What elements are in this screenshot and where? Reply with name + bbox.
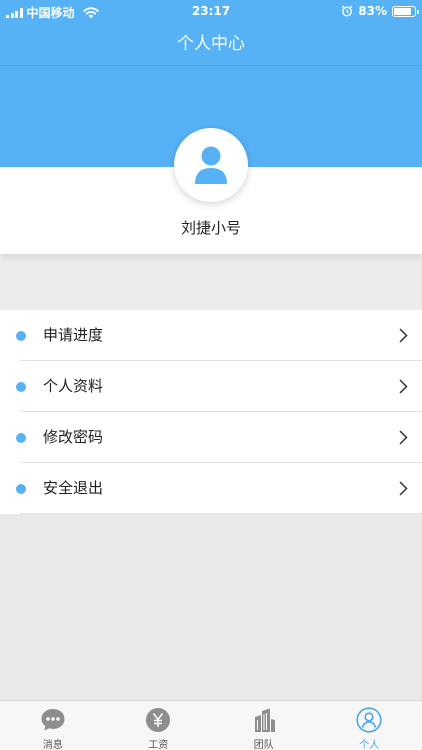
tab-messages[interactable]: 消息: [0, 701, 106, 750]
tab-label: 消息: [42, 740, 63, 750]
user-name: 刘捷小号: [180, 219, 241, 237]
menu-item-label: 安全退出: [43, 479, 104, 497]
menu-list: 申请进度 个人资料 修改密码 安全退出: [0, 310, 422, 514]
menu-item-label: 个人资料: [43, 377, 104, 395]
menu-item-change-password[interactable]: 修改密码: [0, 412, 422, 463]
bullet-dot-icon: [16, 382, 26, 392]
tab-personal[interactable]: 个人: [317, 701, 422, 750]
menu-item-application-progress[interactable]: 申请进度: [0, 310, 422, 361]
chevron-right-icon: [399, 328, 408, 343]
menu-item-label: 修改密码: [43, 428, 104, 446]
bullet-dot-icon: [16, 484, 26, 494]
user-icon: [195, 146, 227, 184]
menu-item-logout[interactable]: 安全退出: [0, 463, 422, 514]
tab-team[interactable]: 团队: [211, 701, 317, 750]
battery-percent: 83%: [358, 4, 387, 18]
battery-icon: [392, 5, 419, 17]
tab-salary[interactable]: 工资: [106, 701, 212, 750]
chevron-right-icon: [399, 379, 408, 394]
menu-item-label: 申请进度: [43, 326, 104, 344]
yen-icon: [145, 707, 171, 733]
bullet-dot-icon: [16, 433, 26, 443]
empty-area: [0, 514, 422, 700]
tab-label: 工资: [148, 740, 169, 750]
person-icon: [356, 707, 382, 733]
battery-fill: [394, 7, 411, 15]
avatar[interactable]: [174, 128, 248, 202]
message-icon: [40, 707, 66, 733]
tab-label: 个人: [359, 740, 380, 750]
tab-bar: 消息 工资 团队 个人: [0, 700, 422, 750]
status-right: 83%: [341, 4, 419, 18]
alarm-icon: [342, 5, 353, 17]
chevron-right-icon: [399, 481, 408, 496]
page-title: 个人中心: [177, 34, 245, 54]
chevron-right-icon: [399, 430, 408, 445]
building-icon: [251, 707, 277, 733]
menu-item-personal-info[interactable]: 个人资料: [0, 361, 422, 412]
navigation-bar: 个人中心: [0, 22, 422, 66]
bullet-dot-icon: [16, 331, 26, 341]
tab-label: 团队: [253, 740, 274, 750]
status-bar: 中国移动 23:17 83%: [0, 0, 422, 22]
